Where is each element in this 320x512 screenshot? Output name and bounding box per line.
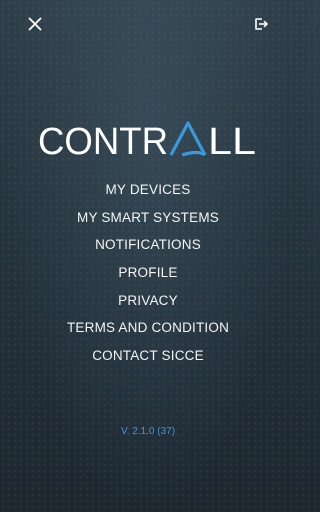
logo-suffix: LL bbox=[208, 121, 256, 160]
logo-wordmark: CONTR LL bbox=[38, 121, 256, 160]
contrall-logo: CONTR LL bbox=[0, 118, 296, 162]
main-menu: MY DEVICES MY SMART SYSTEMS NOTIFICATION… bbox=[0, 176, 296, 370]
close-button[interactable] bbox=[22, 13, 48, 39]
menu-item-privacy[interactable]: PRIVACY bbox=[0, 287, 296, 315]
menu-item-my-devices[interactable]: MY DEVICES bbox=[0, 176, 296, 204]
menu-item-terms-and-condition[interactable]: TERMS AND CONDITION bbox=[0, 314, 296, 342]
logout-button[interactable] bbox=[248, 13, 274, 39]
menu-item-notifications[interactable]: NOTIFICATIONS bbox=[0, 231, 296, 259]
menu-item-my-smart-systems[interactable]: MY SMART SYSTEMS bbox=[0, 204, 296, 232]
logout-icon bbox=[254, 17, 269, 36]
top-bar bbox=[0, 0, 296, 54]
logo-accent-letter bbox=[169, 121, 207, 157]
logo-prefix: CONTR bbox=[38, 121, 168, 160]
menu-item-profile[interactable]: PROFILE bbox=[0, 259, 296, 287]
menu-item-contact-sicce[interactable]: CONTACT SICCE bbox=[0, 342, 296, 370]
app-version: V. 2.1.0 (37) bbox=[120, 426, 176, 437]
close-icon bbox=[28, 17, 42, 36]
